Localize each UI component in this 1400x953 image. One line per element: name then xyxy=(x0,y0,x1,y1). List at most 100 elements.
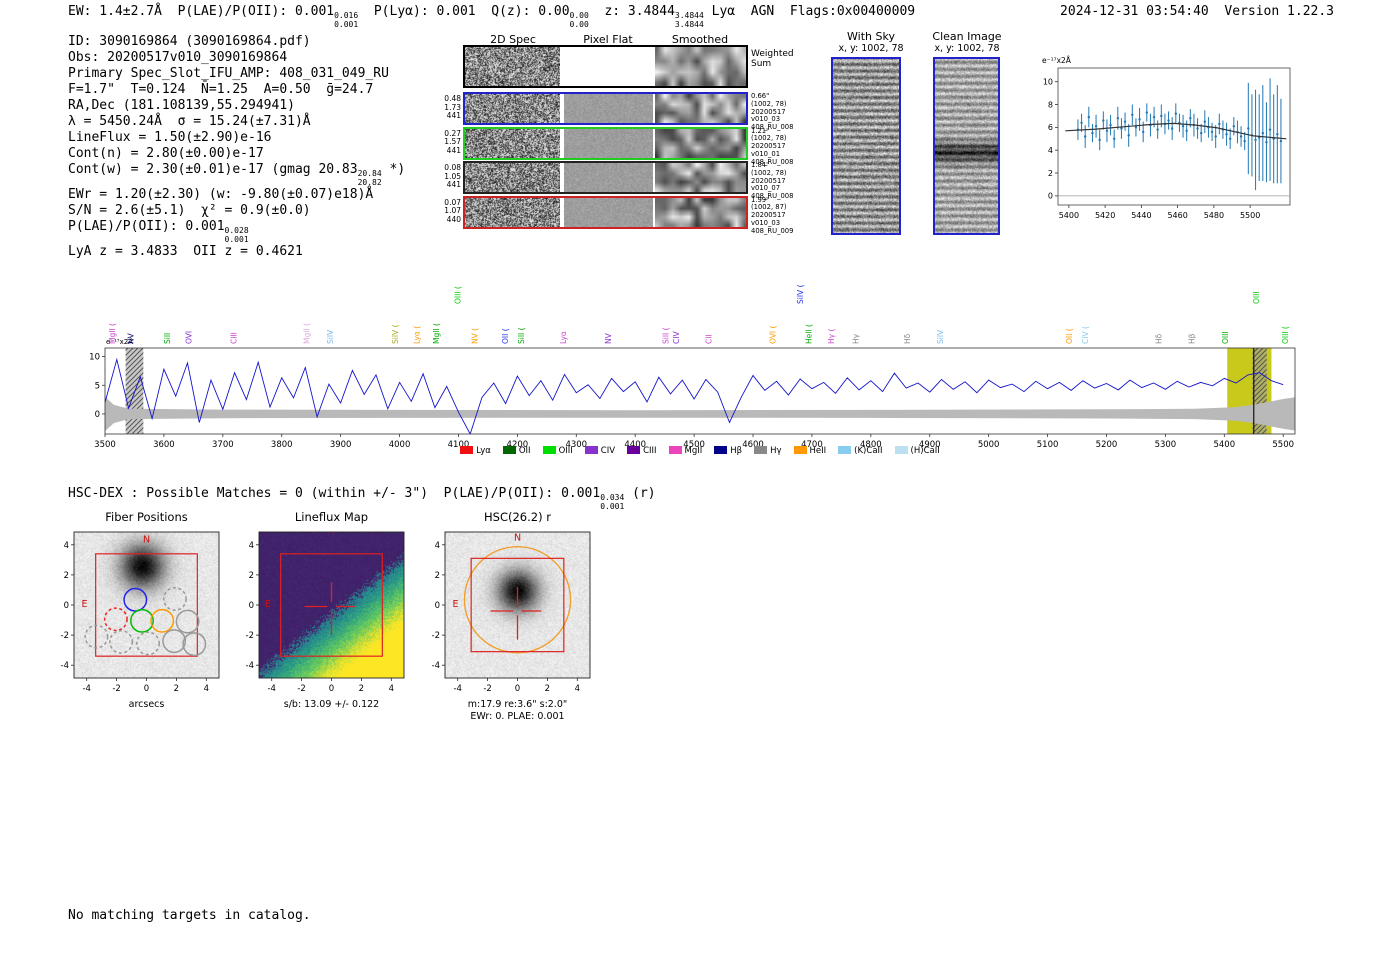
x-tick-label: -2 xyxy=(112,684,120,694)
summary-header-text: Lyα AGN Flags:0x00400009 xyxy=(703,4,916,19)
smoothed-image xyxy=(655,163,746,192)
info-line-supsub: 0.028 0.001 xyxy=(224,226,249,244)
compass-east-label: E xyxy=(452,599,458,610)
fiber-circle xyxy=(109,629,134,654)
y-tick-label: 2 xyxy=(64,571,69,581)
legend-item: Lyα xyxy=(460,446,491,456)
y-tick-label: 2 xyxy=(1048,169,1053,178)
data-point xyxy=(1120,127,1123,130)
data-point xyxy=(1203,120,1207,123)
ifu-footprint-square xyxy=(280,553,383,657)
data-point xyxy=(1102,119,1105,122)
info-line-text: *) xyxy=(381,162,406,177)
emission-line-label: CIV xyxy=(672,331,681,344)
x-tick-label: 5300 xyxy=(1155,440,1177,450)
fiber-circle xyxy=(182,632,207,657)
y-tick-label: 10 xyxy=(89,353,100,363)
emission-line-label: OIII ( xyxy=(1281,326,1290,344)
emission-line-label: Hβ xyxy=(1187,333,1196,344)
data-point xyxy=(1181,125,1185,128)
data-point xyxy=(1185,129,1188,132)
legend-label: OIII xyxy=(558,446,573,456)
lineflux-map-panel: Lineflux Map N E -4 -4 -2 -2 0 0 2 2 4 4 s/b: 13.09… xyxy=(243,510,433,725)
x-tick-label: 3900 xyxy=(330,440,352,450)
hsc-match-line-supsub: 0.034 0.001 xyxy=(600,493,625,511)
full-spectrum-plot: 3500 3600 3700 3800 3900 4000 4100 4200 4300 4400… xyxy=(89,284,1296,450)
emission-line-label: SiII ( xyxy=(517,327,526,344)
fiber-weight-labels: 0.48 1.73 441 xyxy=(444,94,461,120)
legend-swatch xyxy=(460,446,474,454)
lineflux-caption: s/b: 13.09 +/- 0.122 xyxy=(283,699,380,710)
meta-spacer xyxy=(1209,4,1225,19)
data-point xyxy=(1131,113,1134,117)
spec2d-image xyxy=(465,128,560,158)
emission-line-label: MgII ( xyxy=(303,323,312,344)
emission-line-label: Hδ xyxy=(1154,333,1163,344)
legend-item: Hγ xyxy=(754,446,782,456)
legend-swatch xyxy=(793,446,807,454)
x-tick-label: -4 xyxy=(267,684,275,694)
emission-line-label: Hδ xyxy=(903,333,912,344)
summary-header-supsub: 0.00 0.00 xyxy=(569,11,589,29)
y-tick-label: 0 xyxy=(64,601,69,611)
fiber-circle xyxy=(150,608,175,633)
x-tick-label: 5500 xyxy=(1240,211,1260,220)
info-line-text: Primary Spec_Slot_IFU_AMP: 408_031_049_R… xyxy=(68,66,389,81)
legend-swatch xyxy=(838,446,852,454)
info-line-text: Cont(n) = 2.80(±0.00)e-17 xyxy=(68,146,264,161)
fiber-circle xyxy=(103,607,128,632)
x-tick-label: 0 xyxy=(144,684,149,694)
info-line: Cont(n) = 2.80(±0.00)e-17 xyxy=(68,146,405,162)
y-tick-label: 10 xyxy=(1043,78,1053,87)
smoothed-image xyxy=(655,128,746,158)
info-line-text: Cont(w) = 2.30(±0.01)e-17 (gmag 20.83 xyxy=(68,162,358,177)
emission-line-label: OVI ( xyxy=(769,326,778,344)
fiber-circle xyxy=(130,608,154,633)
fiber-circle xyxy=(162,629,187,654)
emission-line-label: OII ( xyxy=(501,328,510,344)
spec2d-row xyxy=(463,126,748,160)
spec2d-image xyxy=(465,94,560,123)
hsc-match-line: HSC-DEX : Possible Matches = 0 (within +… xyxy=(68,486,656,511)
spec2d-image xyxy=(465,47,560,86)
info-line: ID: 3090169864 (3090169864.pdf) xyxy=(68,34,405,50)
y-tick-label: 4 xyxy=(249,541,254,551)
x-tick-label: 3500 xyxy=(94,440,116,450)
x-tick-label: 5480 xyxy=(1204,211,1224,220)
data-point xyxy=(1138,118,1141,121)
smoothed-image xyxy=(655,94,746,123)
emission-line-label: SiIV xyxy=(936,329,945,344)
hsc-match-line-text: (r) xyxy=(624,486,656,501)
legend-label: Lyα xyxy=(476,446,491,456)
data-point xyxy=(1145,111,1149,114)
y-tick-label: 2 xyxy=(435,571,440,581)
data-point xyxy=(1196,127,1199,130)
info-line: P(LAE)/P(OII): 0.001 0.028 0.001 xyxy=(68,219,405,244)
spec2d-row xyxy=(463,92,748,125)
lineflux-map-overlay: N E -4 -4 -2 -2 0 0 2 2 4 4 xyxy=(246,531,405,694)
data-point xyxy=(1218,122,1221,126)
zoom-spectrum-plot: 5400 5420 5440 5460 5480 5500 0 2 4 6 8 10 e⁻¹⁷x2Å xyxy=(1042,56,1291,220)
x-tick-label: 4 xyxy=(204,684,209,694)
weighted-sum-label: Weighted Sum xyxy=(751,49,794,69)
data-point xyxy=(1214,135,1217,138)
fiber-circle xyxy=(162,587,187,611)
x-tick-label: 5500 xyxy=(1272,440,1294,450)
data-point xyxy=(1239,135,1243,138)
legend-item: OII xyxy=(502,446,531,456)
hsc-cutout-overlay: N E -4 -4 -2 -2 0 0 2 2 4 4 xyxy=(432,531,591,694)
data-point xyxy=(1254,138,1257,142)
info-line-text: ID: 3090169864 (3090169864.pdf) xyxy=(68,34,311,49)
spectrum-line xyxy=(105,357,1284,434)
data-point xyxy=(1174,112,1178,115)
clean-image-title: Clean Image xyxy=(932,30,1002,43)
emission-line-label: Lyα xyxy=(559,331,568,344)
emission-line-label: NV xyxy=(126,332,135,344)
emission-line-label: CII xyxy=(704,334,713,344)
info-line: S/N = 2.6(±5.1) χ² = 0.9(±0.0) xyxy=(68,203,405,219)
emission-line-label: NV xyxy=(604,332,613,344)
data-point xyxy=(1083,135,1087,138)
data-point xyxy=(1087,115,1091,119)
info-line-text: P(LAE)/P(OII): 0.001 xyxy=(68,219,225,234)
spec2d-row xyxy=(463,161,748,194)
